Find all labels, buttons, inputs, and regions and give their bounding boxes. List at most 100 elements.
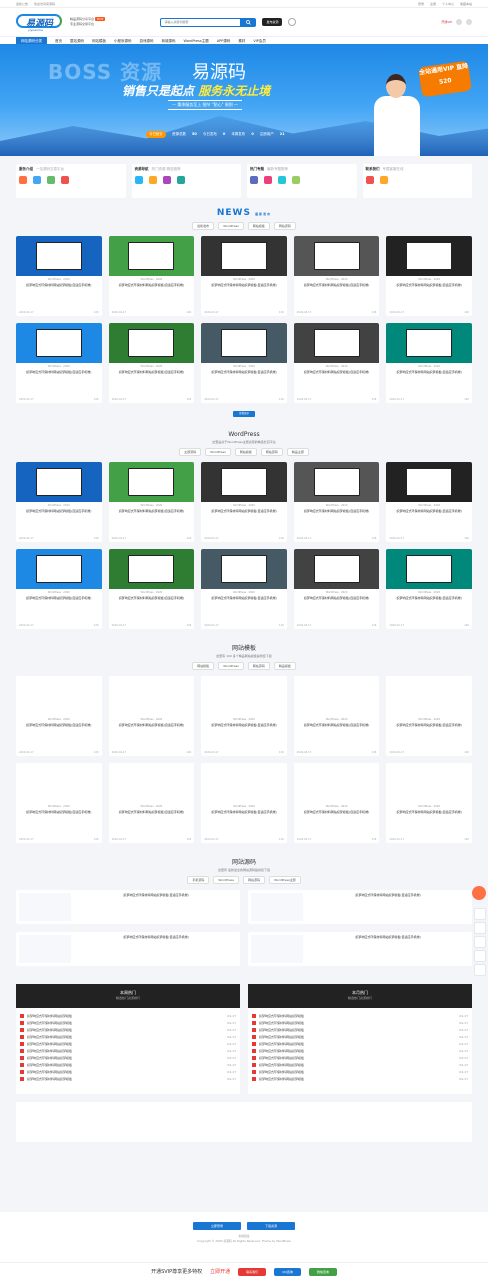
rank-item[interactable]: 织梦响应式环保材料网站织梦模板 04-17 — [20, 1040, 236, 1047]
resource-card[interactable]: WordPress · 2020 织梦响应式环保材料网站织梦模板(自适应手机端) 2… — [293, 323, 380, 403]
tab[interactable]: WordPress — [213, 876, 239, 884]
category-icon[interactable] — [176, 176, 185, 184]
user-center-link[interactable]: 个人中心 — [442, 2, 454, 6]
tab[interactable]: 网站源码 — [247, 662, 270, 670]
resource-card[interactable]: WordPress · 2020 织梦响应式环保材料网站织梦模板(自适应手机端) 2… — [201, 462, 287, 542]
promo-link[interactable]: 立即开通 — [210, 1268, 230, 1275]
rank-item[interactable]: 织梦响应式环保材料网站织梦模板 04-17 — [20, 1047, 236, 1054]
nav-item[interactable]: 商城源码 — [162, 39, 176, 44]
nav-item[interactable]: 小程序源码 — [114, 39, 132, 44]
register-link[interactable]: 注册 — [430, 2, 436, 6]
category-icon[interactable] — [33, 176, 41, 184]
list-item[interactable]: 织梦响应式环保材料网站织梦模板(自适应手机端) — [16, 890, 240, 924]
resource-card[interactable]: WordPress · 2020 织梦响应式环保材料网站织梦模板(自适应手机端) 2… — [293, 549, 380, 629]
category-icon[interactable] — [19, 176, 27, 184]
publish-button[interactable]: 发布资源 — [262, 18, 283, 26]
wechat-button[interactable]: 微信咨询 — [308, 1267, 337, 1276]
rank-item[interactable]: 织梦响应式环保材料网站织梦模板 04-17 — [20, 1026, 236, 1033]
tab[interactable]: WordPress — [218, 662, 244, 670]
message-icon[interactable] — [456, 19, 462, 25]
bookmark-link[interactable]: 收藏本站 — [460, 2, 472, 6]
user-icon[interactable] — [288, 18, 297, 26]
category-icon[interactable] — [278, 176, 286, 184]
list-item[interactable]: 织梦响应式环保材料网站织梦模板(自适应手机端) — [248, 890, 472, 924]
tab[interactable]: 最新发布 — [192, 222, 215, 230]
tab[interactable]: 网站模板 — [192, 662, 215, 670]
contact-button[interactable]: 联系我们 — [238, 1267, 267, 1276]
side-wechat-button[interactable] — [474, 936, 486, 948]
resource-card[interactable]: WordPress · 2020 织梦响应式环保材料网站织梦模板(自适应手机端) 2… — [293, 462, 380, 542]
category-icon[interactable] — [264, 176, 272, 184]
search-button[interactable] — [240, 17, 257, 27]
rank-item[interactable]: 织梦响应式环保材料网站织梦模板 04-17 — [252, 1040, 468, 1047]
category-icon[interactable] — [250, 176, 258, 184]
load-more-button[interactable]: 查看更多 — [233, 411, 255, 417]
resource-card[interactable]: WordPress · 2020 织梦响应式环保材料网站织梦模板(自适应手机端) 2… — [16, 676, 102, 756]
rank-item[interactable]: 织梦响应式环保材料网站织梦模板 04-17 — [20, 1054, 236, 1061]
resource-card[interactable]: WordPress · 2020 织梦响应式环保材料网站织梦模板(自适应手机端) 2… — [16, 462, 102, 542]
side-top-button[interactable] — [474, 964, 486, 976]
rank-item[interactable]: 织梦响应式环保材料网站织梦模板 04-17 — [252, 1061, 468, 1068]
resource-card[interactable]: WordPress · 2020 织梦响应式环保材料网站织梦模板(自适应手机端) 2… — [293, 236, 380, 316]
rank-item[interactable]: 织梦响应式环保材料网站织梦模板 04-17 — [252, 1012, 468, 1019]
tab[interactable]: 手机源码 — [187, 876, 210, 884]
tab[interactable]: WordPress — [218, 222, 244, 230]
hero-banner[interactable]: BOSS 资源 易源码 销售只是起点 服务永无止境 一 秉承服务至上 细节 "贴… — [0, 44, 488, 156]
resource-card[interactable]: WordPress · 2020 织梦响应式环保材料网站织梦模板(自适应手机端) 2… — [16, 323, 102, 403]
hot-icon[interactable] — [472, 886, 486, 900]
rank-item[interactable]: 织梦响应式环保材料网站织梦模板 04-17 — [20, 1019, 236, 1026]
resource-card[interactable]: WordPress · 2020 织梦响应式环保材料网站织梦模板(自适应手机端) 2… — [16, 549, 102, 629]
nav-item[interactable]: 游戏源码 — [140, 39, 154, 44]
resource-card[interactable]: WordPress · 2020 织梦响应式环保材料网站织梦模板(自适应手机端) 2… — [108, 763, 195, 843]
tab[interactable]: 精品模板 — [273, 662, 296, 670]
resource-card[interactable]: WordPress · 2020 织梦响应式环保材料网站织梦模板(自适应手机端) 2… — [293, 676, 380, 756]
category-icon[interactable] — [134, 176, 143, 184]
vip-link[interactable]: 开通VIP — [441, 20, 452, 24]
resource-card[interactable]: WordPress · 2020 织梦响应式环保材料网站织梦模板(自适应手机端) 2… — [386, 676, 472, 756]
tab[interactable]: 网站模板 — [247, 222, 270, 230]
login-link[interactable]: 登录 — [418, 2, 424, 6]
rank-item[interactable]: 织梦响应式环保材料网站织梦模板 04-17 — [20, 1033, 236, 1040]
footer-login-button[interactable]: 立即登录 — [193, 1222, 241, 1230]
tab[interactable]: WordPress主题 — [269, 876, 301, 884]
category-icon[interactable] — [162, 176, 171, 184]
side-vip-button[interactable] — [474, 908, 486, 920]
footer-download-button[interactable]: 下载资源 — [247, 1222, 295, 1230]
rank-item[interactable]: 织梦响应式环保材料网站织梦模板 04-17 — [252, 1068, 468, 1075]
site-logo[interactable]: 易源码 yiyuanma — [16, 12, 64, 32]
tab[interactable]: WordPress — [205, 448, 231, 456]
rank-item[interactable]: 织梦响应式环保材料网站织梦模板 04-17 — [252, 1047, 468, 1054]
resource-card[interactable]: WordPress · 2020 织梦响应式环保材料网站织梦模板(自适应手机端) 2… — [108, 462, 195, 542]
tab[interactable]: 网站源码 — [243, 876, 266, 884]
side-qq-button[interactable] — [474, 922, 486, 934]
rank-item[interactable]: 织梦响应式环保材料网站织梦模板 04-17 — [20, 1061, 236, 1068]
resource-card[interactable]: WordPress · 2020 织梦响应式环保材料网站织梦模板(自适应手机端) 2… — [201, 236, 287, 316]
tab[interactable]: 网站源码 — [273, 222, 296, 230]
rank-item[interactable]: 织梦响应式环保材料网站织梦模板 04-17 — [252, 1033, 468, 1040]
nav-item[interactable]: WordPress主题 — [184, 39, 209, 44]
resource-card[interactable]: WordPress · 2020 织梦响应式环保材料网站织梦模板(自适应手机端) 2… — [386, 323, 472, 403]
resource-card[interactable]: WordPress · 2020 织梦响应式环保材料网站织梦模板(自适应手机端) 2… — [386, 549, 472, 629]
resource-card[interactable]: WordPress · 2020 织梦响应式环保材料网站织梦模板(自适应手机端) 2… — [293, 763, 380, 843]
category-icon[interactable] — [61, 176, 69, 184]
rank-item[interactable]: 织梦响应式环保材料网站织梦模板 04-17 — [252, 1054, 468, 1061]
resource-card[interactable]: WordPress · 2020 织梦响应式环保材料网站织梦模板(自适应手机端) 2… — [386, 236, 472, 316]
nav-item[interactable]: 素材 — [238, 39, 245, 44]
resource-card[interactable]: WordPress · 2020 织梦响应式环保材料网站织梦模板(自适应手机端) 2… — [201, 763, 287, 843]
resource-card[interactable]: WordPress · 2020 织梦响应式环保材料网站织梦模板(自适应手机端) 2… — [108, 549, 195, 629]
nav-item[interactable]: 网站模板 — [92, 39, 106, 44]
resource-card[interactable]: WordPress · 2020 织梦响应式环保材料网站织梦模板(自适应手机端) 2… — [108, 323, 195, 403]
search-input[interactable] — [160, 17, 241, 27]
resource-card[interactable]: WordPress · 2020 织梦响应式环保材料网站织梦模板(自适应手机端) 2… — [201, 323, 287, 403]
rank-item[interactable]: 织梦响应式环保材料网站织梦模板 04-17 — [252, 1026, 468, 1033]
nav-item[interactable]: APP源码 — [217, 39, 231, 44]
resource-card[interactable]: WordPress · 2020 织梦响应式环保材料网站织梦模板(自适应手机端) 2… — [16, 763, 102, 843]
resource-card[interactable]: WordPress · 2020 织梦响应式环保材料网站织梦模板(自适应手机端) 2… — [201, 549, 287, 629]
rank-item[interactable]: 织梦响应式环保材料网站织梦模板 04-17 — [252, 1075, 468, 1082]
resource-card[interactable]: WordPress · 2020 织梦响应式环保材料网站织梦模板(自适应手机端) 2… — [108, 236, 195, 316]
list-item[interactable]: 织梦响应式环保材料网站织梦模板(自适应手机端) — [16, 932, 240, 966]
avatar[interactable] — [466, 19, 472, 25]
nav-item[interactable]: 整站源码 — [70, 39, 84, 44]
rank-item[interactable]: 织梦响应式环保材料网站织梦模板 04-17 — [20, 1068, 236, 1075]
nav-item[interactable]: VIP会员 — [253, 39, 266, 44]
